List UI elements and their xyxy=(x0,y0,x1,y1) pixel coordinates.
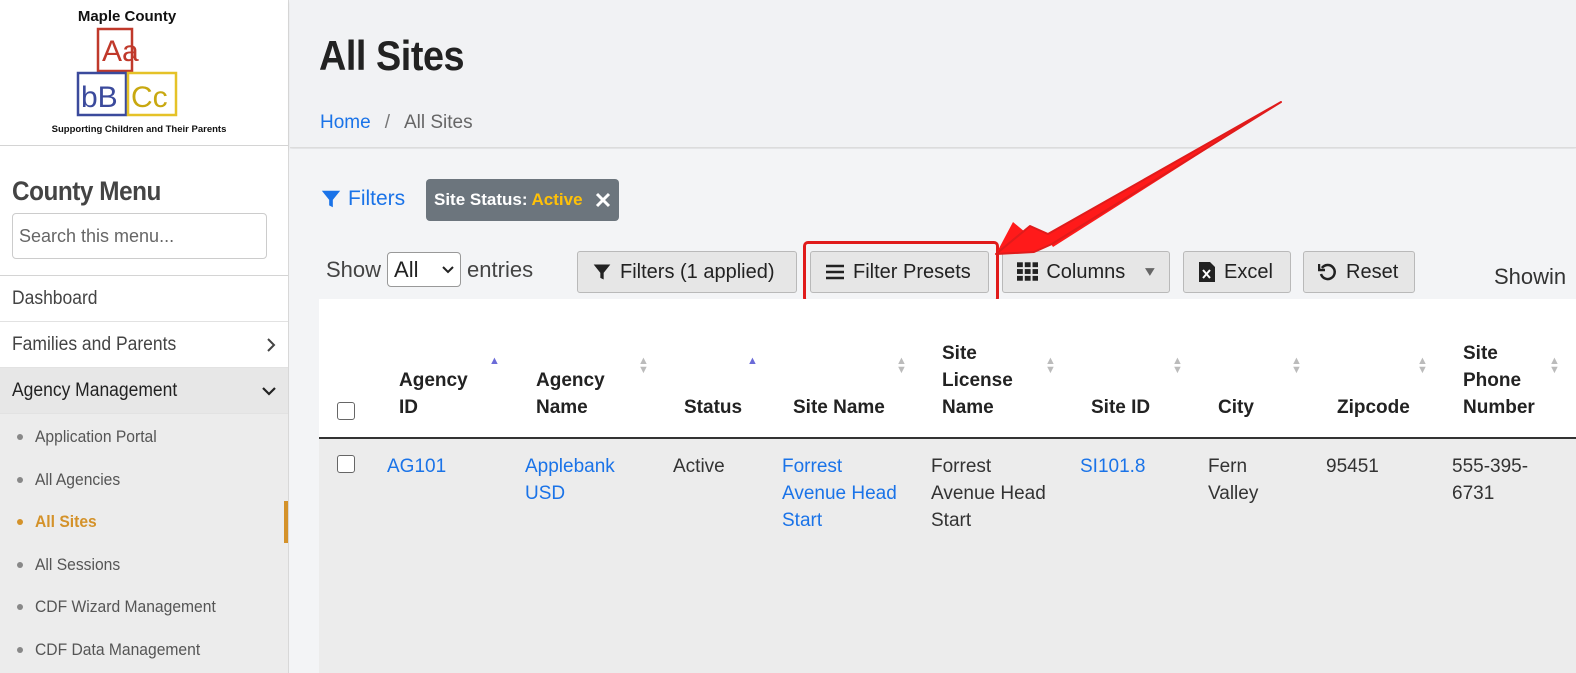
annotation-arrow-icon xyxy=(995,101,1282,255)
